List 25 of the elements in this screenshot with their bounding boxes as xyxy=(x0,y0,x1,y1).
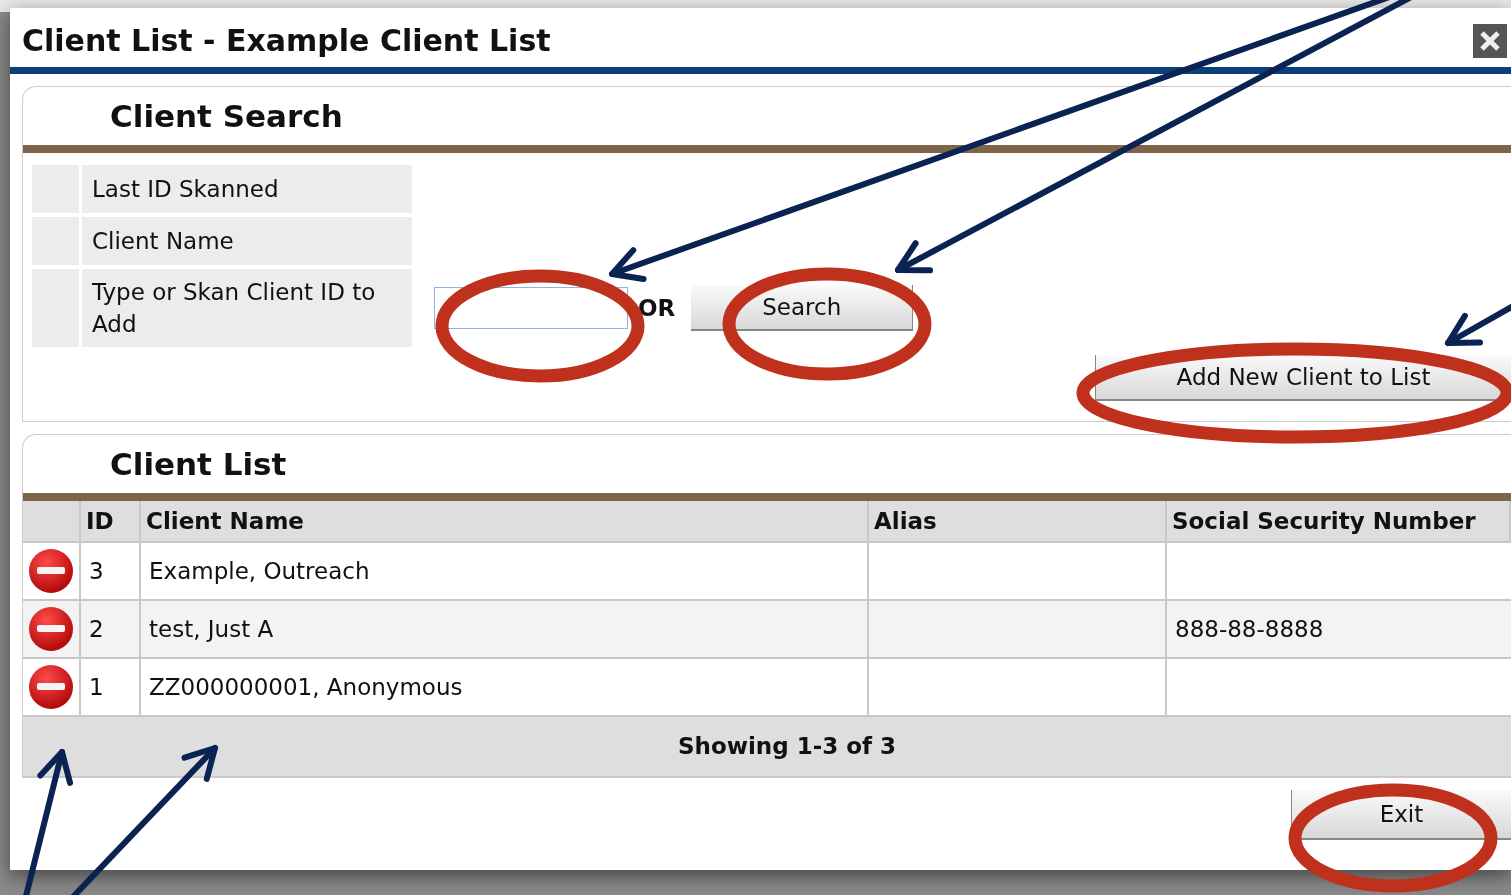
client-name-link[interactable]: Example, Outreach xyxy=(149,553,370,589)
close-button[interactable] xyxy=(1473,23,1507,58)
table-cell-text: 888-88-8888 xyxy=(1175,614,1324,644)
section-heading: Client Search xyxy=(110,96,343,136)
column-header: Client Name xyxy=(141,501,869,541)
field-label: Type or Skan Client ID to Add xyxy=(82,269,412,347)
column-header: Alias xyxy=(869,501,1167,541)
arrow xyxy=(1445,302,1511,346)
field-label: Client Name xyxy=(82,217,412,265)
field-label: Last ID Skanned xyxy=(82,165,412,213)
client-name-link[interactable]: test, Just A xyxy=(149,611,274,647)
or-label: OR xyxy=(638,293,676,323)
remove-icon[interactable] xyxy=(28,664,74,710)
pagination-text: Showing 1-3 of 3 xyxy=(677,732,897,762)
close-icon xyxy=(1479,29,1501,52)
section-heading: Client List xyxy=(110,444,287,484)
column-header: ID xyxy=(81,501,141,541)
client-name-link[interactable]: ZZ000000001, Anonymous xyxy=(149,669,463,705)
table-cell-text: 2 xyxy=(89,614,104,644)
table-cell-text: 1 xyxy=(89,672,104,702)
table-cell-text: 3 xyxy=(89,556,104,586)
remove-icon[interactable] xyxy=(28,606,74,652)
window-title: Client List - Example Client List xyxy=(22,22,551,60)
column-header: Social Security Number xyxy=(1167,501,1511,541)
remove-icon[interactable] xyxy=(28,548,74,594)
